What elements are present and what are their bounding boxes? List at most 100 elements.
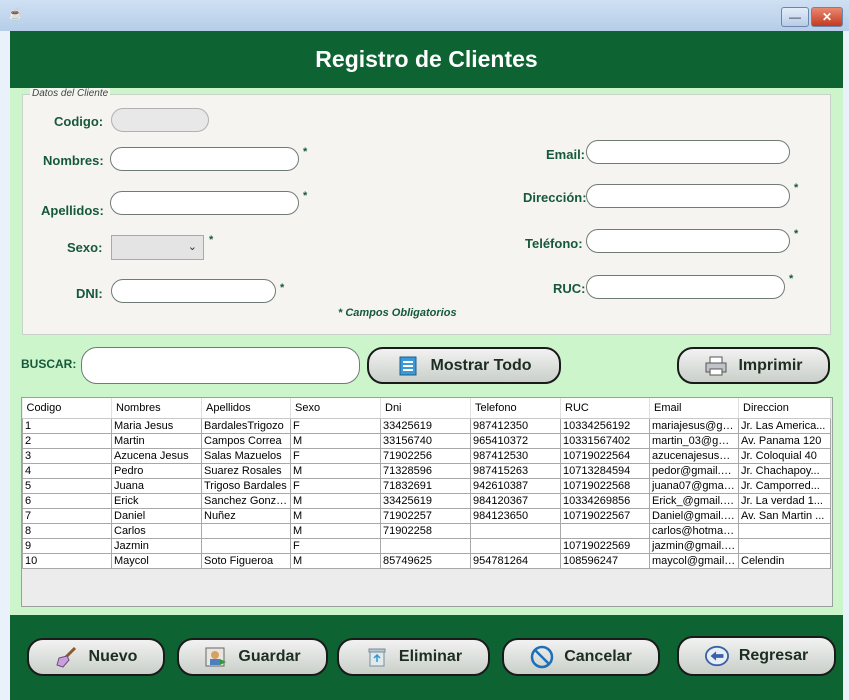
nombres-field[interactable]: [110, 147, 299, 171]
eliminar-button[interactable]: Eliminar: [337, 638, 490, 676]
column-header-sexo[interactable]: Sexo: [290, 398, 381, 419]
table-cell: 3: [22, 448, 112, 464]
guardar-button[interactable]: Guardar: [177, 638, 328, 676]
table-cell: Daniel@gmail.com: [649, 508, 739, 524]
cancelar-button[interactable]: Cancelar: [502, 638, 660, 676]
table-cell: [738, 538, 831, 554]
table-cell: 1: [22, 418, 112, 434]
table-cell: Nuñez: [201, 508, 291, 524]
table-cell: Azucena Jesus: [111, 448, 202, 464]
table-row[interactable]: 2 Martin Campos Correa M 33156740 965410372 10…: [22, 433, 831, 449]
table-cell: Pedro: [111, 463, 202, 479]
clients-table: Codigo Nombres Apellidos Sexo Dni Telefo…: [22, 398, 831, 569]
codigo-label: Codigo:: [54, 114, 104, 129]
table-cell: maycol@gmail....: [649, 553, 739, 569]
table-cell: [201, 523, 291, 539]
table-cell: 8: [22, 523, 112, 539]
column-header-apellidos[interactable]: Apellidos: [201, 398, 291, 419]
table-header-row: Codigo Nombres Apellidos Sexo Dni Telefo…: [22, 398, 831, 419]
table-cell: Celendin: [738, 553, 831, 569]
close-button[interactable]: ✕: [811, 7, 843, 27]
table-row[interactable]: 7 Daniel Nuñez M 71902257 984123650 1071902256…: [22, 508, 831, 524]
email-label: Email:: [546, 147, 586, 162]
table-cell: [560, 523, 650, 539]
table-cell: 954781264: [470, 553, 561, 569]
table-row[interactable]: 10 Maycol Soto Figueroa M 85749625 954781264 1…: [22, 553, 831, 569]
window-titlebar: ☕ — ✕: [0, 0, 849, 32]
trash-icon: [365, 646, 389, 668]
cancel-icon: [530, 645, 554, 669]
table-cell: F: [290, 418, 381, 434]
table-cell: 987412350: [470, 418, 561, 434]
table-cell: Erick: [111, 493, 202, 509]
table-cell: BardalesTrigozo: [201, 418, 291, 434]
table-cell: Campos Correa: [201, 433, 291, 449]
minimize-button[interactable]: —: [781, 7, 809, 27]
table-cell: 10719022569: [560, 538, 650, 554]
back-arrow-icon: [704, 645, 729, 667]
column-header-dni[interactable]: Dni: [380, 398, 471, 419]
nombres-label: Nombres:: [43, 153, 104, 168]
column-header-nombres[interactable]: Nombres: [111, 398, 202, 419]
email-field[interactable]: [586, 140, 790, 164]
print-button[interactable]: Imprimir: [677, 347, 830, 384]
table-row[interactable]: 8 Carlos M 71902258 carlos@hotmail....: [22, 523, 831, 539]
table-cell: 71902258: [380, 523, 471, 539]
dni-label: DNI:: [76, 286, 103, 301]
table-cell: 10331567402: [560, 433, 650, 449]
table-row[interactable]: 9 Jazmin F 10719022569 jazmin@gmail.com: [22, 538, 831, 554]
nuevo-button[interactable]: Nuevo: [27, 638, 165, 676]
table-cell: 71902257: [380, 508, 471, 524]
column-header-direccion[interactable]: Direccion: [738, 398, 831, 419]
minimize-icon: —: [789, 10, 801, 24]
client-data-legend: Datos del Cliente: [30, 88, 111, 99]
table-cell: Carlos: [111, 523, 202, 539]
apellidos-required-mark: *: [303, 190, 308, 202]
table-row[interactable]: 3 Azucena Jesus Salas Mazuelos F 71902256 987…: [22, 448, 831, 464]
table-cell: Jr. Camporred...: [738, 478, 831, 494]
table-cell: [470, 538, 561, 554]
table-cell: 7: [22, 508, 112, 524]
close-icon: ✕: [821, 10, 833, 24]
column-header-telefono[interactable]: Telefono: [470, 398, 561, 419]
table-cell: 4: [22, 463, 112, 479]
table-cell: M: [290, 508, 381, 524]
ruc-required-mark: *: [789, 273, 794, 285]
direccion-field[interactable]: [586, 184, 790, 208]
table-cell: Sanchez Gonzales: [201, 493, 291, 509]
table-cell: 2: [22, 433, 112, 449]
show-all-label: Mostrar Todo: [430, 356, 532, 374]
table-row[interactable]: 6 Erick Sanchez Gonzales M 33425619 984120367…: [22, 493, 831, 509]
column-header-email[interactable]: Email: [649, 398, 739, 419]
table-cell: Jr. La verdad 1...: [738, 493, 831, 509]
table-cell: M: [290, 553, 381, 569]
show-all-button[interactable]: Mostrar Todo: [367, 347, 561, 384]
broom-icon: [55, 646, 79, 668]
clients-table-container[interactable]: Codigo Nombres Apellidos Sexo Dni Telefo…: [21, 397, 833, 607]
search-input[interactable]: [81, 347, 360, 384]
table-row[interactable]: 5 Juana Trigoso Bardales F 71832691 942610387…: [22, 478, 831, 494]
table-cell: Salas Mazuelos: [201, 448, 291, 464]
table-cell: 984123650: [470, 508, 561, 524]
table-cell: carlos@hotmail....: [649, 523, 739, 539]
column-header-codigo[interactable]: Codigo: [22, 398, 112, 419]
table-cell: Av. San Martin ...: [738, 508, 831, 524]
table-cell: Jr. Chachapoy...: [738, 463, 831, 479]
header-bar: Registro de Clientes: [10, 31, 843, 88]
apellidos-field[interactable]: [110, 191, 299, 215]
column-header-ruc[interactable]: RUC: [560, 398, 650, 419]
direccion-label: Dirección:: [523, 190, 587, 205]
table-row[interactable]: 1 Maria Jesus BardalesTrigozo F 33425619 9874…: [22, 418, 831, 434]
table-cell: [470, 523, 561, 539]
print-label: Imprimir: [738, 356, 803, 374]
table-cell: Suarez Rosales: [201, 463, 291, 479]
sexo-select[interactable]: ⌄: [111, 235, 204, 260]
table-cell: 10713284594: [560, 463, 650, 479]
table-row[interactable]: 4 Pedro Suarez Rosales M 71328596 987415263 10…: [22, 463, 831, 479]
table-cell: 33156740: [380, 433, 471, 449]
regresar-button[interactable]: Regresar: [677, 636, 836, 676]
telefono-field[interactable]: [586, 229, 790, 253]
dni-field[interactable]: [111, 279, 276, 303]
ruc-field[interactable]: [586, 275, 785, 299]
table-cell: pedor@gmail.com: [649, 463, 739, 479]
